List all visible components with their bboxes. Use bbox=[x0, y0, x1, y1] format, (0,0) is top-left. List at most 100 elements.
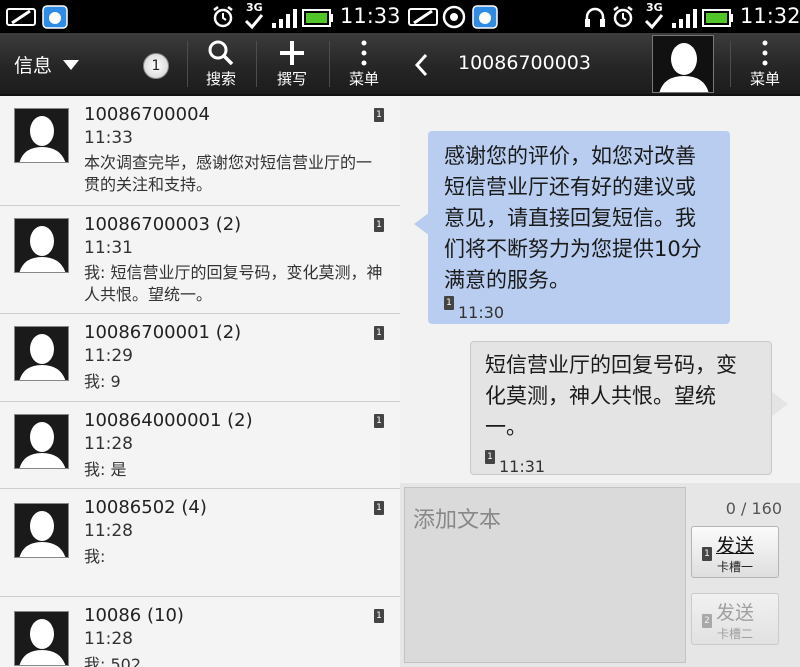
send-sim1-button[interactable]: 1 发送 卡槽一 bbox=[691, 526, 779, 578]
message-thread[interactable]: 感谢您的评价，如您对改善短信营业厅还有好的建议或意见，请直接回复短信。我们将不断… bbox=[400, 96, 800, 483]
contact-avatar bbox=[14, 611, 69, 666]
conversation-row[interactable]: 10086700004 11:33 本次调查完毕，感谢您对短信营业厅的一贯的关注… bbox=[0, 96, 400, 206]
clock: 11:33 bbox=[340, 4, 400, 28]
conversation-row[interactable]: 10086502 (4) 11:28 我: 1 bbox=[0, 489, 400, 597]
conversation-contact: 100864000001 (2) bbox=[84, 410, 253, 431]
page-title: 信息 bbox=[14, 55, 53, 77]
baidu-app-icon bbox=[42, 5, 68, 29]
conversation-list[interactable]: 10086700004 11:33 本次调查完毕，感谢您对短信营业厅的一贯的关注… bbox=[0, 96, 400, 667]
search-label: 搜索 bbox=[205, 70, 236, 88]
composer: 添加文本 0 / 160 1 发送 卡槽一 2 发送 卡槽二 bbox=[400, 483, 800, 667]
beats-audio-icon bbox=[442, 5, 466, 29]
conversation-contact: 10086700004 bbox=[84, 104, 210, 125]
message-time: 11:31 bbox=[499, 457, 546, 476]
sim-card-icon: 1 bbox=[374, 501, 384, 515]
conversation-row[interactable]: 100864000001 (2) 11:28 我: 是 1 bbox=[0, 402, 400, 489]
sd-card-icon bbox=[408, 8, 438, 26]
compose-label: 撰写 bbox=[276, 70, 307, 88]
conversation-snippet: 我: 短信营业厅的回复号码，变化莫测，神人共恨。望统一。 bbox=[84, 263, 383, 304]
conversation-row[interactable]: 10086700001 (2) 11:29 我: 9 1 bbox=[0, 314, 400, 402]
status-bar: 3G 11:32 bbox=[400, 0, 800, 33]
sim-card-icon: 1 bbox=[374, 414, 384, 428]
clock: 11:32 bbox=[740, 4, 800, 28]
contact-avatar-button[interactable] bbox=[652, 35, 714, 93]
sim-card-icon: 1 bbox=[374, 218, 384, 232]
back-button[interactable] bbox=[400, 33, 442, 96]
conversation-snippet: 我: 502 bbox=[84, 655, 142, 667]
status-bar: 3G 11:33 bbox=[0, 0, 400, 33]
baidu-app-icon bbox=[472, 5, 498, 29]
sim-card-icon: 1 bbox=[374, 609, 384, 623]
data-sync-icon bbox=[644, 14, 664, 30]
unread-count: 1 bbox=[151, 58, 161, 74]
folder-dropdown[interactable]: 信息 bbox=[14, 33, 94, 96]
menu-button[interactable]: 菜单 bbox=[330, 33, 398, 96]
message-text: 短信营业厅的回复号码，变化莫测，神人共恨。望统一。 bbox=[485, 353, 737, 439]
conversation-row[interactable]: 10086 (10) 11:28 我: 502 1 bbox=[0, 597, 400, 667]
contact-avatar bbox=[14, 503, 69, 558]
search-icon bbox=[208, 40, 234, 66]
sd-card-icon bbox=[6, 8, 36, 26]
thread-action-bar: 10086700003 菜单 bbox=[400, 33, 800, 96]
signal-icon bbox=[272, 9, 297, 28]
incoming-message[interactable]: 感谢您的评价，如您对改善短信营业厅还有好的建议或意见，请直接回复短信。我们将不断… bbox=[428, 131, 730, 324]
default-contact-icon bbox=[19, 422, 66, 468]
unread-badge: 1 bbox=[143, 53, 169, 79]
conversation-snippet: 我: 是 bbox=[84, 460, 127, 479]
menu-label: 菜单 bbox=[749, 70, 780, 88]
battery-icon bbox=[702, 9, 733, 27]
list-action-bar: 信息 1 搜索 撰写 菜单 bbox=[0, 33, 400, 96]
compose-button[interactable]: 撰写 bbox=[257, 33, 327, 96]
conversation-time: 11:28 bbox=[84, 629, 133, 649]
overflow-menu-icon bbox=[762, 40, 768, 66]
character-counter: 0 / 160 bbox=[725, 499, 782, 518]
signal-icon bbox=[672, 9, 697, 28]
conversation-time: 11:29 bbox=[84, 346, 133, 366]
message-input-placeholder: 添加文本 bbox=[413, 508, 502, 533]
overflow-menu-icon bbox=[361, 40, 367, 66]
message-text: 感谢您的评价，如您对改善短信营业厅还有好的建议或意见，请直接回复短信。我们将不断… bbox=[444, 144, 702, 292]
conversation-time: 11:31 bbox=[84, 238, 133, 258]
message-time: 11:30 bbox=[458, 303, 505, 322]
alarm-icon bbox=[613, 6, 633, 28]
default-contact-icon bbox=[19, 619, 66, 665]
conversation-contact: 10086 (10) bbox=[84, 605, 184, 626]
contact-avatar bbox=[14, 326, 69, 381]
default-contact-icon bbox=[19, 334, 66, 380]
headphones-icon bbox=[585, 7, 605, 27]
default-contact-icon bbox=[659, 43, 709, 92]
conversation-list-screen: 3G 11:33 信息 1 搜索 撰写 菜单 10086700004 11:33… bbox=[0, 0, 400, 667]
default-contact-icon bbox=[19, 226, 66, 272]
conversation-thread-screen: 3G 11:32 10086700003 菜单 感谢您的评价，如您对改善短信营业… bbox=[400, 0, 800, 667]
conversation-snippet: 我: bbox=[84, 547, 106, 566]
outgoing-message[interactable]: 短信营业厅的回复号码，变化莫测，神人共恨。望统一。 1 11:31 bbox=[470, 341, 772, 476]
conversation-time: 11:33 bbox=[84, 128, 133, 148]
search-button[interactable]: 搜索 bbox=[188, 33, 254, 96]
sim-card-icon: 1 bbox=[485, 450, 495, 464]
data-sync-icon bbox=[244, 14, 264, 30]
menu-label: 菜单 bbox=[348, 70, 379, 88]
conversation-time: 11:28 bbox=[84, 434, 133, 454]
sim-card-icon: 1 bbox=[444, 296, 454, 310]
contact-avatar bbox=[14, 414, 69, 469]
sim-card-icon: 1 bbox=[374, 326, 384, 340]
bubble-tail bbox=[772, 392, 788, 416]
contact-avatar bbox=[14, 218, 69, 273]
chevron-left-icon bbox=[414, 53, 428, 76]
message-input[interactable]: 添加文本 bbox=[404, 487, 686, 663]
alarm-icon bbox=[213, 6, 233, 28]
battery-icon bbox=[302, 9, 333, 27]
send-sim2-button[interactable]: 2 发送 卡槽二 bbox=[691, 593, 779, 645]
conversation-contact: 10086700003 (2) bbox=[84, 214, 242, 235]
menu-button[interactable]: 菜单 bbox=[731, 33, 799, 96]
thread-title: 10086700003 bbox=[458, 52, 591, 74]
sim-card-icon: 1 bbox=[374, 108, 384, 122]
sim-card-icon: 2 bbox=[702, 614, 712, 628]
conversation-contact: 10086502 (4) bbox=[84, 497, 207, 518]
conversation-snippet: 本次调查完毕，感谢您对短信营业厅的一贯的关注和支持。 bbox=[84, 153, 373, 194]
conversation-row[interactable]: 10086700003 (2) 11:31 我: 短信营业厅的回复号码，变化莫测… bbox=[0, 206, 400, 314]
conversation-snippet: 我: 9 bbox=[84, 372, 121, 391]
sim-card-icon: 1 bbox=[702, 547, 712, 561]
conversation-contact: 10086700001 (2) bbox=[84, 322, 242, 343]
chevron-down-icon bbox=[63, 60, 79, 70]
